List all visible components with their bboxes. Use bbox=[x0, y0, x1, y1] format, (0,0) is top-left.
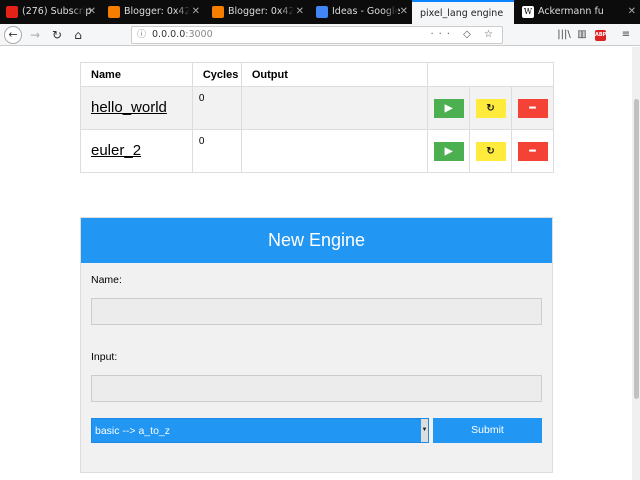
run-button[interactable]: ▶ bbox=[433, 142, 464, 161]
reset-button[interactable]: ↻ bbox=[475, 99, 506, 118]
engine-name[interactable]: hello_world bbox=[80, 86, 193, 130]
engine-cycles: 0 bbox=[191, 129, 242, 173]
delete-button[interactable]: ━ bbox=[517, 142, 548, 161]
program-select-value: basic --> a_to_z bbox=[95, 425, 170, 437]
url-host: 0.0.0.0 bbox=[152, 29, 186, 40]
input-field[interactable] bbox=[91, 375, 542, 402]
reload-button[interactable]: ↻ bbox=[47, 24, 67, 46]
column-header-cycles: Cycles bbox=[191, 62, 242, 87]
column-header-name: Name bbox=[80, 62, 193, 87]
tab-label: Ackermann fu bbox=[538, 6, 604, 17]
info-icon[interactable]: ⓘ bbox=[137, 27, 146, 43]
nav-bar: ← → ↻ ⌂ ⓘ 0.0.0.0:3000 ··· ◇ ☆ |||\ ▥ AB… bbox=[0, 24, 640, 46]
adblock-icon[interactable]: ABP bbox=[595, 30, 606, 41]
arrow-left-icon: ← bbox=[8, 28, 18, 41]
refresh-icon: ↻ bbox=[486, 146, 495, 157]
close-icon[interactable]: ✕ bbox=[192, 0, 200, 24]
reset-button[interactable]: ↻ bbox=[475, 142, 506, 161]
youtube-icon bbox=[6, 6, 18, 18]
minus-icon: ━ bbox=[529, 146, 536, 157]
engines-table: Name Cycles Output hello_world 0 ▶ ↻ ━ e… bbox=[80, 62, 554, 173]
table-row: hello_world 0 ▶ ↻ ━ bbox=[80, 86, 554, 130]
home-button[interactable]: ⌂ bbox=[68, 24, 88, 46]
tab-google-docs[interactable]: Ideas - Google ✕ bbox=[310, 0, 412, 24]
table-row: euler_2 0 ▶ ↻ ━ bbox=[80, 129, 554, 173]
wikipedia-icon: W bbox=[522, 6, 534, 18]
tab-wikipedia[interactable]: W Ackermann fu ✕ bbox=[516, 0, 640, 24]
library-icon[interactable]: |||\ bbox=[556, 27, 572, 43]
new-engine-form: New Engine Name: Input: basic --> a_to_z… bbox=[80, 217, 553, 473]
home-icon: ⌂ bbox=[74, 28, 82, 42]
url-actions-icons[interactable]: ··· ◇ ☆ bbox=[430, 27, 498, 43]
page-content: Name Cycles Output hello_world 0 ▶ ↻ ━ e… bbox=[0, 47, 640, 480]
name-label: Name: bbox=[91, 274, 122, 286]
tab-blogger-1[interactable]: Blogger: 0x42 ✕ bbox=[102, 0, 204, 24]
reload-icon: ↻ bbox=[51, 28, 63, 42]
program-select[interactable]: basic --> a_to_z ▼ bbox=[91, 418, 429, 443]
url-bar[interactable]: ⓘ 0.0.0.0:3000 ··· ◇ ☆ bbox=[131, 26, 503, 44]
engine-name[interactable]: euler_2 bbox=[80, 129, 193, 173]
play-icon: ▶ bbox=[444, 146, 453, 157]
scrollbar[interactable] bbox=[632, 47, 640, 480]
table-header-row: Name Cycles Output bbox=[80, 62, 554, 87]
engine-output bbox=[240, 129, 429, 173]
close-icon[interactable]: ✕ bbox=[628, 0, 636, 24]
column-header-actions bbox=[427, 62, 554, 87]
tab-bar: (276) Subscrip ✕ Blogger: 0x42 ✕ Blogger… bbox=[0, 0, 640, 24]
refresh-icon: ↻ bbox=[486, 103, 495, 114]
run-button[interactable]: ▶ bbox=[433, 99, 464, 118]
minus-icon: ━ bbox=[529, 103, 536, 114]
blogger-icon bbox=[212, 6, 224, 18]
column-header-output: Output bbox=[240, 62, 429, 87]
tab-blogger-2[interactable]: Blogger: 0x42 ✕ bbox=[206, 0, 308, 24]
name-input[interactable] bbox=[91, 298, 542, 325]
back-button[interactable]: ← bbox=[4, 26, 22, 44]
menu-icon[interactable]: ≡ bbox=[618, 27, 634, 43]
tab-youtube[interactable]: (276) Subscrip ✕ bbox=[0, 0, 100, 24]
play-icon: ▶ bbox=[444, 103, 453, 114]
engine-output bbox=[240, 86, 429, 130]
close-icon[interactable]: ✕ bbox=[400, 0, 408, 24]
delete-button[interactable]: ━ bbox=[517, 99, 548, 118]
forward-button[interactable]: → bbox=[25, 24, 45, 46]
sidebar-icon[interactable]: ▥ bbox=[574, 27, 590, 43]
form-title: New Engine bbox=[81, 218, 552, 263]
close-icon[interactable]: ✕ bbox=[296, 0, 304, 24]
engine-cycles: 0 bbox=[191, 86, 242, 130]
tab-pixel-lang-engine[interactable]: pixel_lang engine bbox=[412, 0, 514, 24]
input-label: Input: bbox=[91, 351, 118, 363]
arrow-right-icon: → bbox=[29, 28, 41, 42]
submit-button[interactable]: Submit bbox=[433, 418, 542, 443]
tab-label: pixel_lang engine bbox=[420, 8, 504, 19]
chevron-down-icon: ▼ bbox=[421, 419, 428, 442]
url-port: :3000 bbox=[185, 29, 213, 40]
blogger-icon bbox=[108, 6, 120, 18]
google-docs-icon bbox=[316, 6, 328, 18]
scrollbar-thumb[interactable] bbox=[634, 99, 639, 399]
close-icon[interactable]: ✕ bbox=[88, 0, 96, 24]
